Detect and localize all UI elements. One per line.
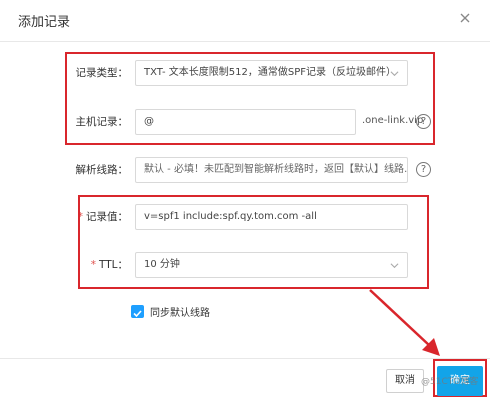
resolution-line-label: 解析线路： — [75, 164, 129, 176]
resolution-line-select[interactable]: 默认 - 必填！未匹配到智能解析线路时，返回【默认】线路… — [135, 157, 408, 183]
annotation-arrow-icon — [369, 289, 440, 356]
resolution-line-value: 默认 - 必填！未匹配到智能解析线路时，返回【默认】线路… — [144, 164, 408, 175]
dialog-title: 添加记录 — [18, 15, 71, 30]
sync-default-line-checkbox[interactable] — [131, 305, 144, 318]
dialog-header: 添加记录 — [0, 0, 490, 42]
close-icon[interactable] — [456, 9, 474, 27]
help-icon[interactable]: ? — [416, 162, 431, 177]
add-record-dialog: 添加记录 记录类型： TXT- 文本长度限制512，通常做SPF记录（反垃圾邮件… — [0, 0, 490, 400]
annotation-box-value-ttl — [78, 195, 429, 289]
dialog-footer: 取消 确定 — [0, 358, 490, 400]
chevron-down-icon — [390, 168, 399, 174]
checkmark-icon — [133, 310, 142, 318]
cancel-button[interactable]: 取消 — [386, 369, 424, 393]
sync-default-line-label: 同步默认线路 — [150, 308, 210, 319]
resolution-line-row: 解析线路： 默认 - 必填！未匹配到智能解析线路时，返回【默认】线路… ? — [0, 157, 490, 183]
annotation-box-type-host — [65, 52, 435, 145]
watermark: @51CTO博客 — [421, 377, 479, 387]
